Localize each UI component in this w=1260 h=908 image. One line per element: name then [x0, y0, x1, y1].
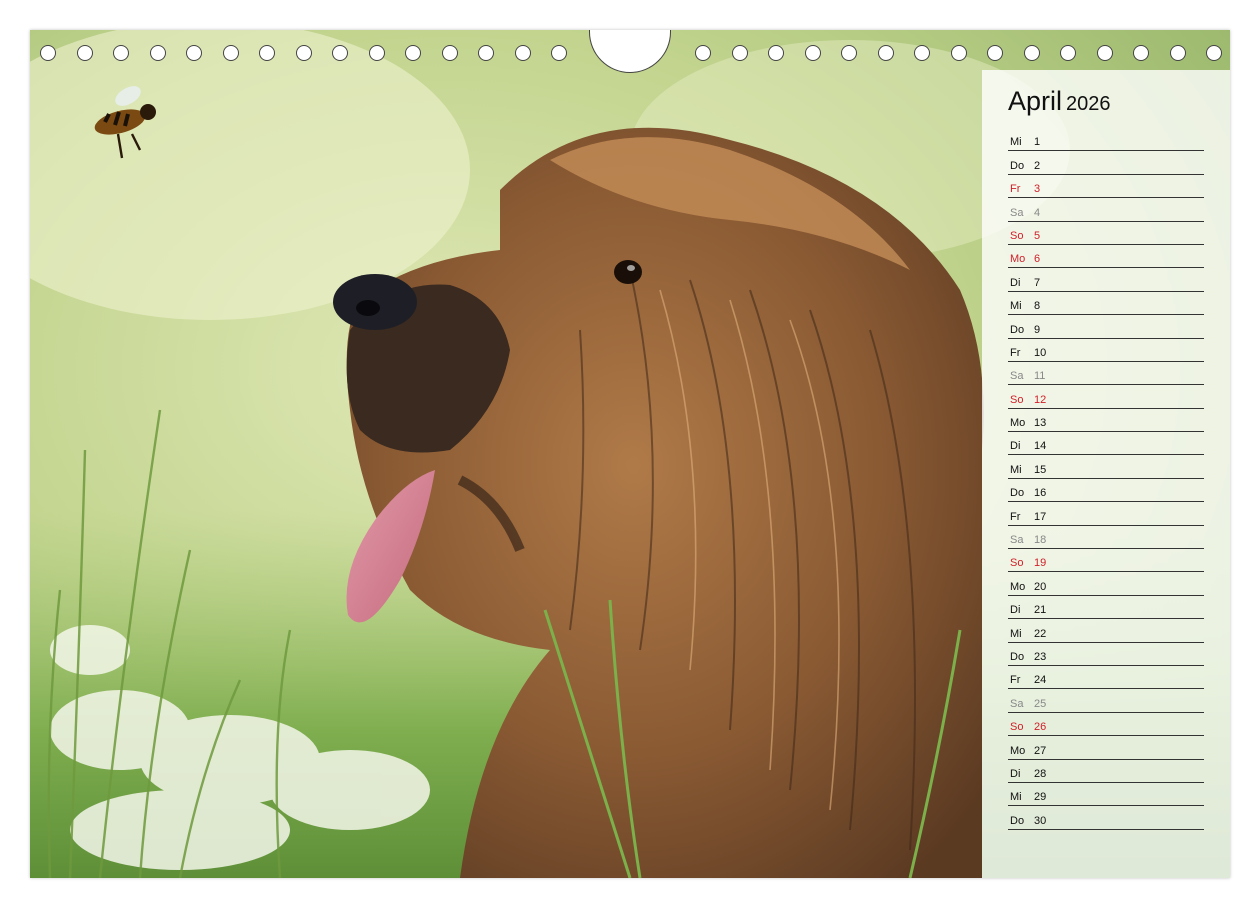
weekday-label: Sa — [1010, 534, 1024, 547]
day-row: Sa 4 — [1008, 198, 1204, 222]
weekday-label: Mi — [1010, 300, 1022, 313]
day-number: 18 — [1034, 534, 1047, 547]
day-number: 22 — [1034, 627, 1047, 640]
day-number: 25 — [1034, 697, 1047, 710]
weekday-label: Di — [1010, 276, 1021, 289]
day-row: So 26 — [1008, 713, 1204, 737]
calendar-page: April 2026 Mi 1 Do 2 Fr 3 Sa 4 So 5 Mo 6 Di 7 Mi 8 Do 9 Fr 1… — [30, 30, 1230, 878]
day-row: Sa 18 — [1008, 526, 1204, 550]
day-number: 20 — [1034, 580, 1047, 593]
weekday-label: So — [1010, 229, 1024, 242]
day-number: 24 — [1034, 674, 1047, 687]
day-number: 3 — [1034, 183, 1041, 196]
day-row: Mo 13 — [1008, 409, 1204, 433]
day-row: Do 30 — [1008, 806, 1204, 830]
day-number: 23 — [1034, 650, 1047, 663]
day-number: 12 — [1034, 393, 1047, 406]
weekday-label: Di — [1010, 604, 1021, 617]
day-row: Mo 27 — [1008, 736, 1204, 760]
day-number: 17 — [1034, 510, 1047, 523]
day-list: Mi 1 Do 2 Fr 3 Sa 4 So 5 Mo 6 Di 7 Mi 8 Do 9 Fr 10 Sa 11 So 12 M… — [1008, 128, 1204, 830]
day-row: Mi 22 — [1008, 619, 1204, 643]
day-row: Do 23 — [1008, 643, 1204, 666]
day-number: 11 — [1034, 370, 1046, 383]
weekday-label: Fr — [1010, 346, 1021, 359]
day-row: Do 9 — [1008, 315, 1204, 339]
day-number: 2 — [1034, 159, 1041, 172]
weekday-label: Fr — [1010, 510, 1021, 523]
weekday-label: Di — [1010, 767, 1021, 780]
calendar-panel: April 2026 Mi 1 Do 2 Fr 3 Sa 4 So 5 Mo 6 Di 7 Mi 8 Do 9 Fr 1… — [982, 70, 1230, 878]
weekday-label: Mo — [1010, 580, 1026, 593]
weekday-label: Sa — [1010, 370, 1024, 383]
day-row: Mi 8 — [1008, 292, 1204, 316]
weekday-label: Mo — [1010, 417, 1026, 430]
day-number: 15 — [1034, 463, 1047, 476]
day-row: Sa 11 — [1008, 362, 1204, 386]
weekday-label: Do — [1010, 650, 1025, 663]
day-row: Mi 1 — [1008, 128, 1204, 152]
day-number: 29 — [1034, 791, 1047, 804]
weekday-label: Sa — [1010, 697, 1024, 710]
day-number: 4 — [1034, 206, 1041, 219]
day-number: 10 — [1034, 346, 1047, 359]
day-number: 7 — [1034, 276, 1041, 289]
day-row: Mi 29 — [1008, 783, 1204, 807]
weekday-label: Mi — [1010, 791, 1022, 804]
weekday-label: So — [1010, 393, 1024, 406]
day-number: 21 — [1034, 604, 1047, 617]
day-number: 1 — [1034, 136, 1041, 149]
day-number: 30 — [1034, 814, 1047, 827]
day-row: Fr 24 — [1008, 666, 1204, 690]
day-number: 14 — [1034, 440, 1047, 453]
weekday-label: Di — [1010, 440, 1021, 453]
weekday-label: Sa — [1010, 206, 1024, 219]
day-row: Di 14 — [1008, 432, 1204, 456]
day-row: So 12 — [1008, 385, 1204, 409]
day-row: So 5 — [1008, 222, 1204, 245]
year-label: 2026 — [1066, 93, 1111, 115]
day-row: Fr 17 — [1008, 502, 1204, 526]
day-row: Di 28 — [1008, 760, 1204, 783]
weekday-label: Do — [1010, 814, 1025, 827]
day-row: Do 2 — [1008, 151, 1204, 175]
day-row: Fr 10 — [1008, 339, 1204, 362]
weekday-label: Mi — [1010, 463, 1022, 476]
day-row: Di 7 — [1008, 268, 1204, 292]
weekday-label: So — [1010, 557, 1024, 570]
day-number: 8 — [1034, 300, 1041, 313]
day-row: Mo 6 — [1008, 245, 1204, 269]
day-number: 9 — [1034, 323, 1041, 336]
weekday-label: Mi — [1010, 136, 1022, 149]
day-number: 19 — [1034, 557, 1047, 570]
weekday-label: So — [1010, 721, 1024, 734]
weekday-label: Do — [1010, 323, 1025, 336]
weekday-label: Do — [1010, 159, 1025, 172]
day-row: Mo 20 — [1008, 572, 1204, 596]
weekday-label: Fr — [1010, 674, 1021, 687]
month-name: April — [1008, 86, 1063, 116]
day-row: Sa 25 — [1008, 689, 1204, 713]
day-number: 26 — [1034, 721, 1047, 734]
day-row: Di 21 — [1008, 596, 1204, 620]
day-number: 27 — [1034, 744, 1047, 757]
weekday-label: Mo — [1010, 253, 1026, 266]
weekday-label: Mo — [1010, 744, 1026, 757]
weekday-label: Do — [1010, 487, 1025, 500]
day-number: 5 — [1034, 229, 1041, 242]
day-row: Mi 15 — [1008, 455, 1204, 479]
day-row: So 19 — [1008, 549, 1204, 573]
day-number: 6 — [1034, 253, 1041, 266]
day-row: Fr 3 — [1008, 175, 1204, 199]
weekday-label: Fr — [1010, 183, 1021, 196]
weekday-label: Mi — [1010, 627, 1022, 640]
day-row: Do 16 — [1008, 479, 1204, 503]
day-number: 16 — [1034, 487, 1047, 500]
day-number: 28 — [1034, 767, 1047, 780]
month-title: April 2026 — [1008, 86, 1111, 117]
day-number: 13 — [1034, 417, 1047, 430]
